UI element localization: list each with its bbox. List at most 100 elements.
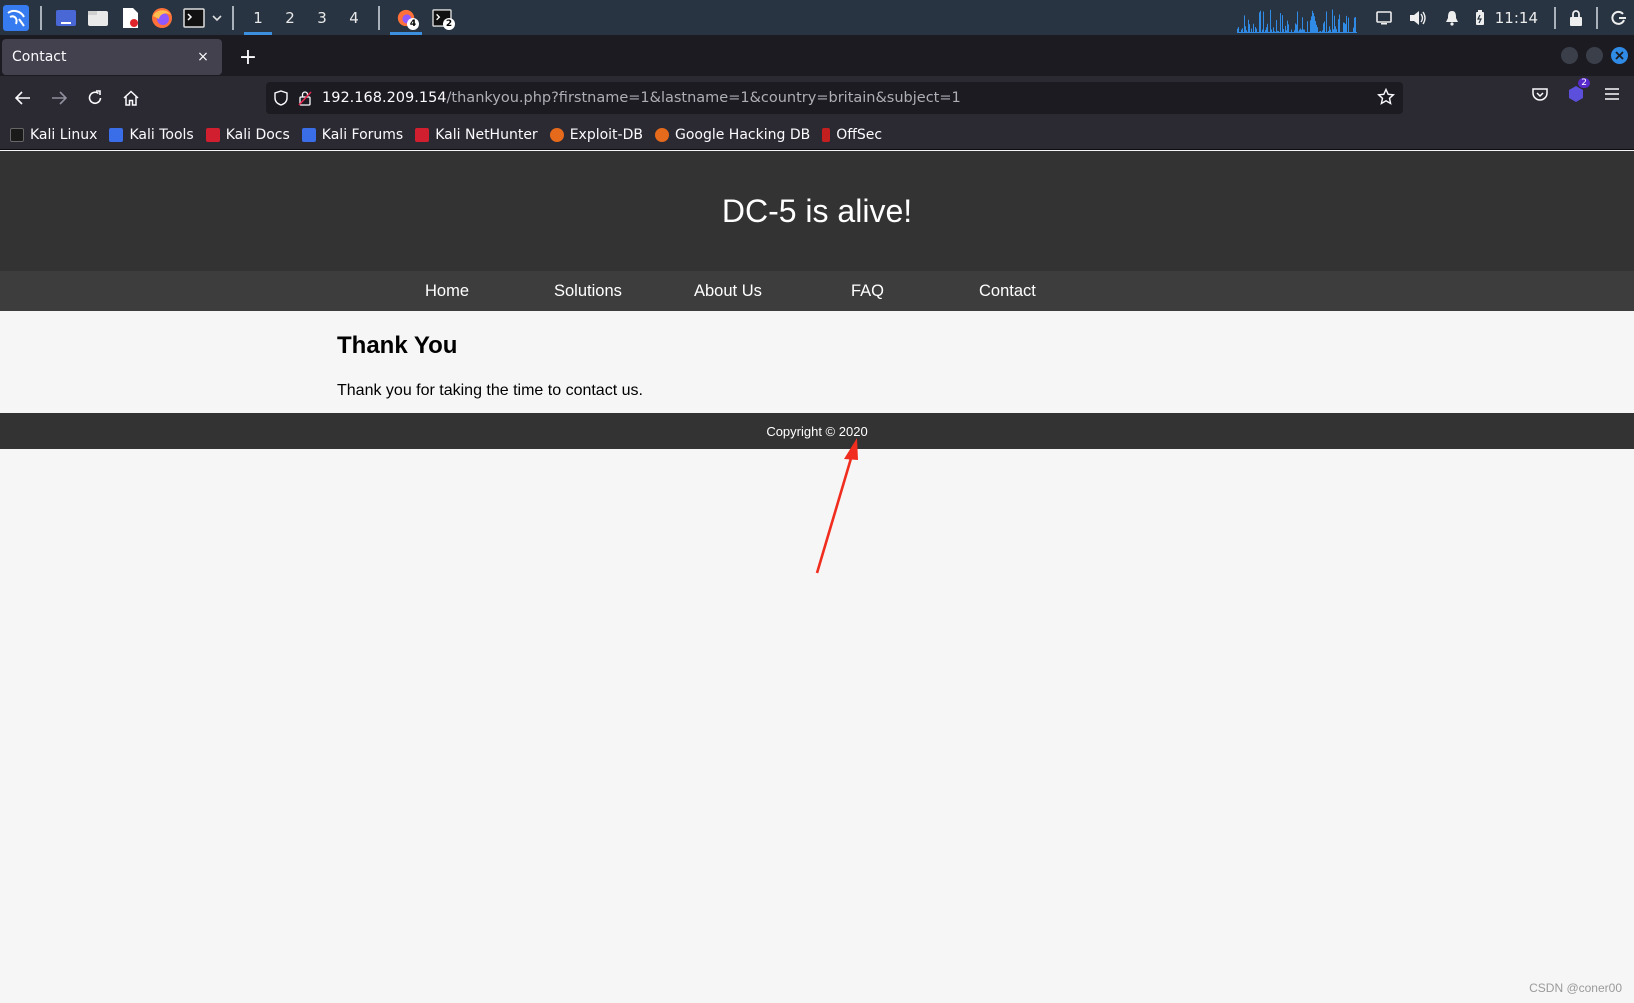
hamburger-menu-icon[interactable] (1600, 82, 1624, 106)
forward-button[interactable] (41, 82, 77, 114)
bookmark-label: Kali Linux (30, 126, 98, 143)
bookmark-kali-docs[interactable]: Kali Docs (205, 126, 290, 143)
close-window-button[interactable] (1611, 47, 1628, 64)
kali-menu-icon[interactable] (3, 4, 29, 31)
cpu-graph-bar (1353, 17, 1355, 33)
pocket-icon[interactable] (1528, 82, 1552, 106)
notification-bell-icon[interactable] (1435, 0, 1469, 35)
cpu-graph-bar (1284, 25, 1286, 33)
bookmark-google-hacking-db[interactable]: Google Hacking DB (654, 126, 811, 143)
cpu-graph-bar (1237, 27, 1239, 33)
bookmark-kali-nethunter[interactable]: Kali NetHunter (415, 127, 538, 143)
text-editor-icon[interactable] (117, 5, 143, 31)
bookmark-kali-forums[interactable]: Kali Forums (301, 126, 404, 143)
nav-link-faq[interactable]: FAQ (851, 271, 884, 311)
volume-icon[interactable] (1401, 0, 1435, 35)
battery-icon[interactable] (1469, 0, 1491, 35)
extension-icon[interactable]: 2 (1564, 78, 1590, 106)
workspace-3[interactable]: 3 (306, 0, 338, 35)
insecure-lock-icon[interactable] (298, 90, 312, 106)
cpu-graph-bar (1310, 16, 1312, 33)
taskbar-separator (40, 5, 42, 30)
workspace-4[interactable]: 4 (338, 0, 370, 35)
cpu-graph-bar (1317, 32, 1319, 33)
cpu-graph-bar (1344, 24, 1346, 33)
nav-link-about-us[interactable]: About Us (694, 271, 762, 311)
cpu-graph-bar (1253, 32, 1255, 33)
file-manager-icon[interactable] (85, 5, 111, 31)
bookmark-exploit-db[interactable]: Exploit-DB (549, 127, 643, 143)
cpu-graph-bar (1354, 17, 1356, 33)
tracking-shield-icon[interactable] (274, 90, 288, 106)
maximize-button[interactable] (1586, 47, 1603, 64)
cpu-graph-bar (1274, 32, 1276, 33)
cpu-graph-bar (1298, 29, 1300, 33)
show-desktop-icon[interactable] (53, 5, 79, 31)
kali-docs-icon (205, 127, 220, 142)
cpu-graph-bar (1297, 31, 1299, 33)
cpu-graph-bar (1347, 17, 1349, 33)
url-host: 192.168.209.154 (322, 90, 447, 106)
cpu-graph-bar (1349, 32, 1351, 33)
nethunter-icon (415, 127, 430, 142)
cpu-graph-bar (1305, 32, 1307, 33)
workspace-2[interactable]: 2 (274, 0, 306, 35)
nav-link-contact[interactable]: Contact (979, 271, 1036, 311)
bookmark-label: Kali Docs (225, 126, 290, 143)
workspace-1[interactable]: 1 (242, 0, 274, 35)
chevron-down-icon[interactable] (210, 5, 224, 31)
cpu-graph-bar (1261, 29, 1263, 33)
cpu-graph-bar (1250, 28, 1252, 33)
firefox-task-button[interactable]: 4 (388, 0, 424, 35)
clock[interactable]: 11:14 (1495, 9, 1538, 27)
cpu-graph-bar (1287, 24, 1289, 33)
cpu-graph-bar (1257, 32, 1259, 33)
cpu-graph-bar (1337, 19, 1339, 33)
cpu-graph-bar (1309, 20, 1311, 33)
cpu-graph-bar (1259, 10, 1261, 33)
minimize-button[interactable] (1561, 47, 1578, 64)
terminal-task-button[interactable]: 2 (424, 0, 460, 35)
site-header: DC-5 is alive! (0, 151, 1634, 271)
watermark: CSDN @coner00 (1529, 981, 1622, 995)
cpu-graph-bar (1332, 29, 1334, 33)
firefox-icon[interactable] (149, 5, 175, 31)
nav-link-home[interactable]: Home (425, 271, 469, 311)
cpu-graph-bar (1277, 31, 1279, 33)
bookmark-star-icon[interactable] (1376, 87, 1396, 110)
bookmark-label: Kali Forums (321, 126, 404, 143)
cpu-graph-bar (1289, 32, 1291, 33)
cpu-graph-bar (1293, 30, 1295, 33)
tab-close-icon[interactable]: × (194, 49, 212, 65)
offsec-icon (822, 127, 831, 142)
bookmark-kali-tools[interactable]: Kali Tools (109, 127, 194, 143)
logout-icon[interactable] (1604, 0, 1634, 35)
cpu-graph-bar (1303, 29, 1305, 33)
cpu-graph-bar (1288, 32, 1290, 33)
bookmark-offsec[interactable]: OffSec (822, 127, 882, 143)
cpu-graph-bar (1241, 28, 1243, 33)
bookmark-label: Google Hacking DB (674, 126, 811, 143)
home-button[interactable] (113, 82, 149, 114)
nav-link-solutions[interactable]: Solutions (554, 271, 622, 311)
cpu-graph-bar (1341, 32, 1343, 33)
bookmark-kali-linux[interactable]: Kali Linux (10, 127, 97, 143)
thank-you-message: Thank you for taking the time to contact… (337, 382, 643, 399)
terminal-icon[interactable] (181, 5, 207, 31)
cpu-graph-bar (1239, 32, 1241, 33)
bookmark-label: OffSec (836, 126, 883, 143)
cpu-graph-bar (1242, 32, 1244, 33)
lock-screen-icon[interactable] (1562, 0, 1590, 35)
cpu-graph-bar (1321, 30, 1323, 33)
cpu-graph-bar (1248, 24, 1250, 33)
cpu-graph-bar (1311, 10, 1313, 33)
cpu-graph-bar (1251, 32, 1253, 33)
tab-contact[interactable]: Contact × (2, 39, 222, 75)
screen-icon[interactable] (1367, 0, 1401, 35)
new-tab-button[interactable]: + (234, 43, 262, 71)
cpu-graph-bar (1318, 31, 1320, 33)
reload-button[interactable] (77, 82, 113, 114)
url-bar[interactable]: 192.168.209.154/thankyou.php?firstname=1… (266, 82, 1403, 114)
cpu-graph-bar (1299, 28, 1301, 33)
back-button[interactable] (5, 82, 41, 114)
